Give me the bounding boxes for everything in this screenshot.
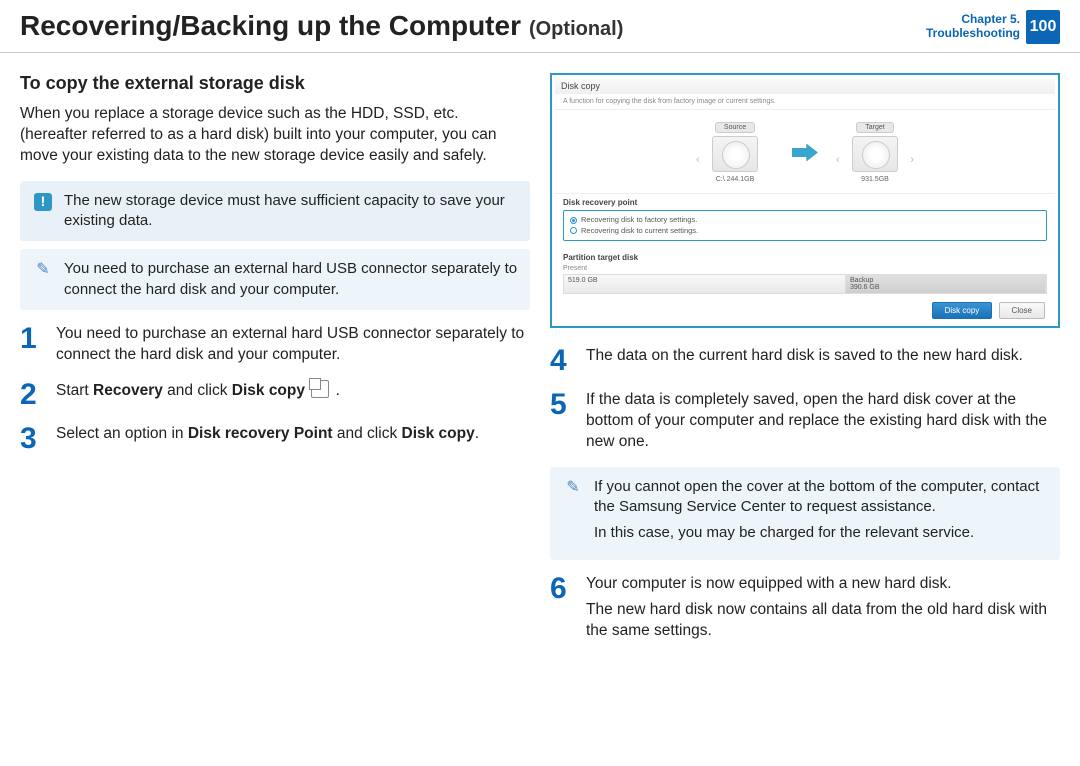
info-note-text: You need to purchase an external hard US…	[64, 259, 518, 300]
bold-recovery: Recovery	[93, 382, 163, 399]
chapter-line-2: Troubleshooting	[926, 27, 1020, 41]
hdd-icon	[712, 136, 758, 172]
service-note-body: If you cannot open the cover at the bott…	[594, 477, 1048, 550]
step-number: 4	[550, 346, 574, 376]
source-label: Source	[715, 122, 755, 133]
warning-text: The new storage device must have suffici…	[64, 191, 518, 232]
option-factory[interactable]: Recovering disk to factory settings.	[570, 215, 1040, 226]
step-6-line-2: The new hard disk now contains all data …	[586, 600, 1060, 642]
info-note: ✎ You need to purchase an external hard …	[20, 249, 530, 310]
hdd-icon	[852, 136, 898, 172]
service-note-line-1: If you cannot open the cover at the bott…	[594, 477, 1048, 518]
note-icon: ✎	[32, 259, 54, 281]
disk-copy-icon	[311, 380, 329, 398]
arrow-right-icon	[792, 144, 818, 162]
t: and click	[333, 425, 402, 442]
option-current[interactable]: Recovering disk to current settings.	[570, 226, 1040, 237]
step-number: 5	[550, 390, 574, 420]
step-2: 2 Start Recovery and click Disk copy .	[20, 380, 530, 410]
option-current-label: Recovering disk to current settings.	[581, 226, 698, 237]
radio-icon	[570, 217, 577, 224]
step-5: 5 If the data is completely saved, open …	[550, 390, 1060, 453]
title-optional: (Optional)	[529, 18, 623, 41]
dialog-subtitle: A function for copying the disk from fac…	[555, 94, 1055, 110]
section-title: To copy the external storage disk	[20, 73, 530, 94]
left-column: To copy the external storage disk When y…	[20, 73, 530, 656]
page-title: Recovering/Backing up the Computer	[20, 10, 521, 42]
step-3-text: Select an option in Disk recovery Point …	[56, 424, 479, 445]
service-note: ✎ If you cannot open the cover at the bo…	[550, 467, 1060, 560]
step-2-text: Start Recovery and click Disk copy .	[56, 380, 340, 402]
title-group: Recovering/Backing up the Computer (Opti…	[20, 10, 623, 42]
seg2-label: Backup	[850, 277, 1041, 284]
bold-disk-copy: Disk copy	[402, 425, 475, 442]
disk-copy-dialog: Disk copy A function for copying the dis…	[550, 73, 1060, 328]
t: Select an option in	[56, 425, 188, 442]
partition-seg-1: 519.0 GB	[564, 275, 846, 293]
chevron-left-icon[interactable]: ‹	[836, 154, 840, 166]
chevron-right-icon[interactable]: ›	[910, 154, 914, 166]
disk-copy-button[interactable]: Disk copy	[932, 302, 993, 319]
step-1: 1 You need to purchase an external hard …	[20, 324, 530, 366]
t: and click	[163, 382, 232, 399]
warning-icon: !	[32, 191, 54, 213]
warning-note: ! The new storage device must have suffi…	[20, 181, 530, 242]
step-4: 4 The data on the current hard disk is s…	[550, 346, 1060, 376]
dialog-buttons: Disk copy Close	[555, 294, 1055, 323]
service-note-line-2: In this case, you may be charged for the…	[594, 523, 1048, 543]
content: To copy the external storage disk When y…	[0, 53, 1080, 656]
step-number: 1	[20, 324, 44, 354]
bold-disk-copy: Disk copy	[232, 382, 305, 399]
step-number: 3	[20, 424, 44, 454]
intro-text: When you replace a storage device such a…	[20, 104, 530, 167]
option-factory-label: Recovering disk to factory settings.	[581, 215, 697, 226]
t: Start	[56, 382, 93, 399]
partition-seg-2: Backup 390.6 GB	[846, 275, 1046, 293]
step-number: 2	[20, 380, 44, 410]
seg2-size: 390.6 GB	[850, 284, 1041, 291]
dialog-title: Disk copy	[555, 78, 1055, 94]
target-label: Target	[856, 122, 893, 133]
step-4-text: The data on the current hard disk is sav…	[586, 346, 1023, 367]
recovery-point-options: Recovering disk to factory settings. Rec…	[563, 210, 1047, 241]
page-header: Recovering/Backing up the Computer (Opti…	[0, 0, 1080, 53]
chevron-left-icon[interactable]: ‹	[696, 154, 700, 166]
drives-panel: ‹ Source C:\ 244.1GB ‹ › Target 931.5GB	[555, 110, 1055, 194]
right-column: Disk copy A function for copying the dis…	[550, 73, 1060, 656]
chapter-text: Chapter 5. Troubleshooting	[926, 13, 1020, 41]
source-capacity: C:\ 244.1GB	[712, 176, 758, 183]
partition-header: Partition target disk	[555, 249, 1055, 265]
step-6-text: Your computer is now equipped with a new…	[586, 574, 1060, 643]
step-3: 3 Select an option in Disk recovery Poin…	[20, 424, 530, 454]
t: .	[475, 425, 479, 442]
target-capacity: 931.5GB	[852, 176, 898, 183]
t: .	[331, 382, 340, 399]
recovery-point-header: Disk recovery point	[555, 194, 1055, 210]
bold-disk-recovery-point: Disk recovery Point	[188, 425, 333, 442]
step-5-text: If the data is completely saved, open th…	[586, 390, 1060, 453]
close-button[interactable]: Close	[999, 302, 1045, 319]
step-6-line-1: Your computer is now equipped with a new…	[586, 574, 1060, 595]
partition-bar: 519.0 GB Backup 390.6 GB	[563, 274, 1047, 294]
chapter-line-1: Chapter 5.	[926, 13, 1020, 27]
page-number: 100	[1026, 10, 1060, 44]
step-6: 6 Your computer is now equipped with a n…	[550, 574, 1060, 643]
chapter-block: Chapter 5. Troubleshooting 100	[926, 10, 1060, 44]
target-drive: ‹ › Target 931.5GB	[852, 122, 898, 183]
source-drive: ‹ Source C:\ 244.1GB	[712, 122, 758, 183]
step-number: 6	[550, 574, 574, 604]
present-label: Present	[555, 265, 1055, 272]
note-icon: ✎	[562, 477, 584, 499]
radio-icon	[570, 227, 577, 234]
step-1-text: You need to purchase an external hard US…	[56, 324, 530, 366]
